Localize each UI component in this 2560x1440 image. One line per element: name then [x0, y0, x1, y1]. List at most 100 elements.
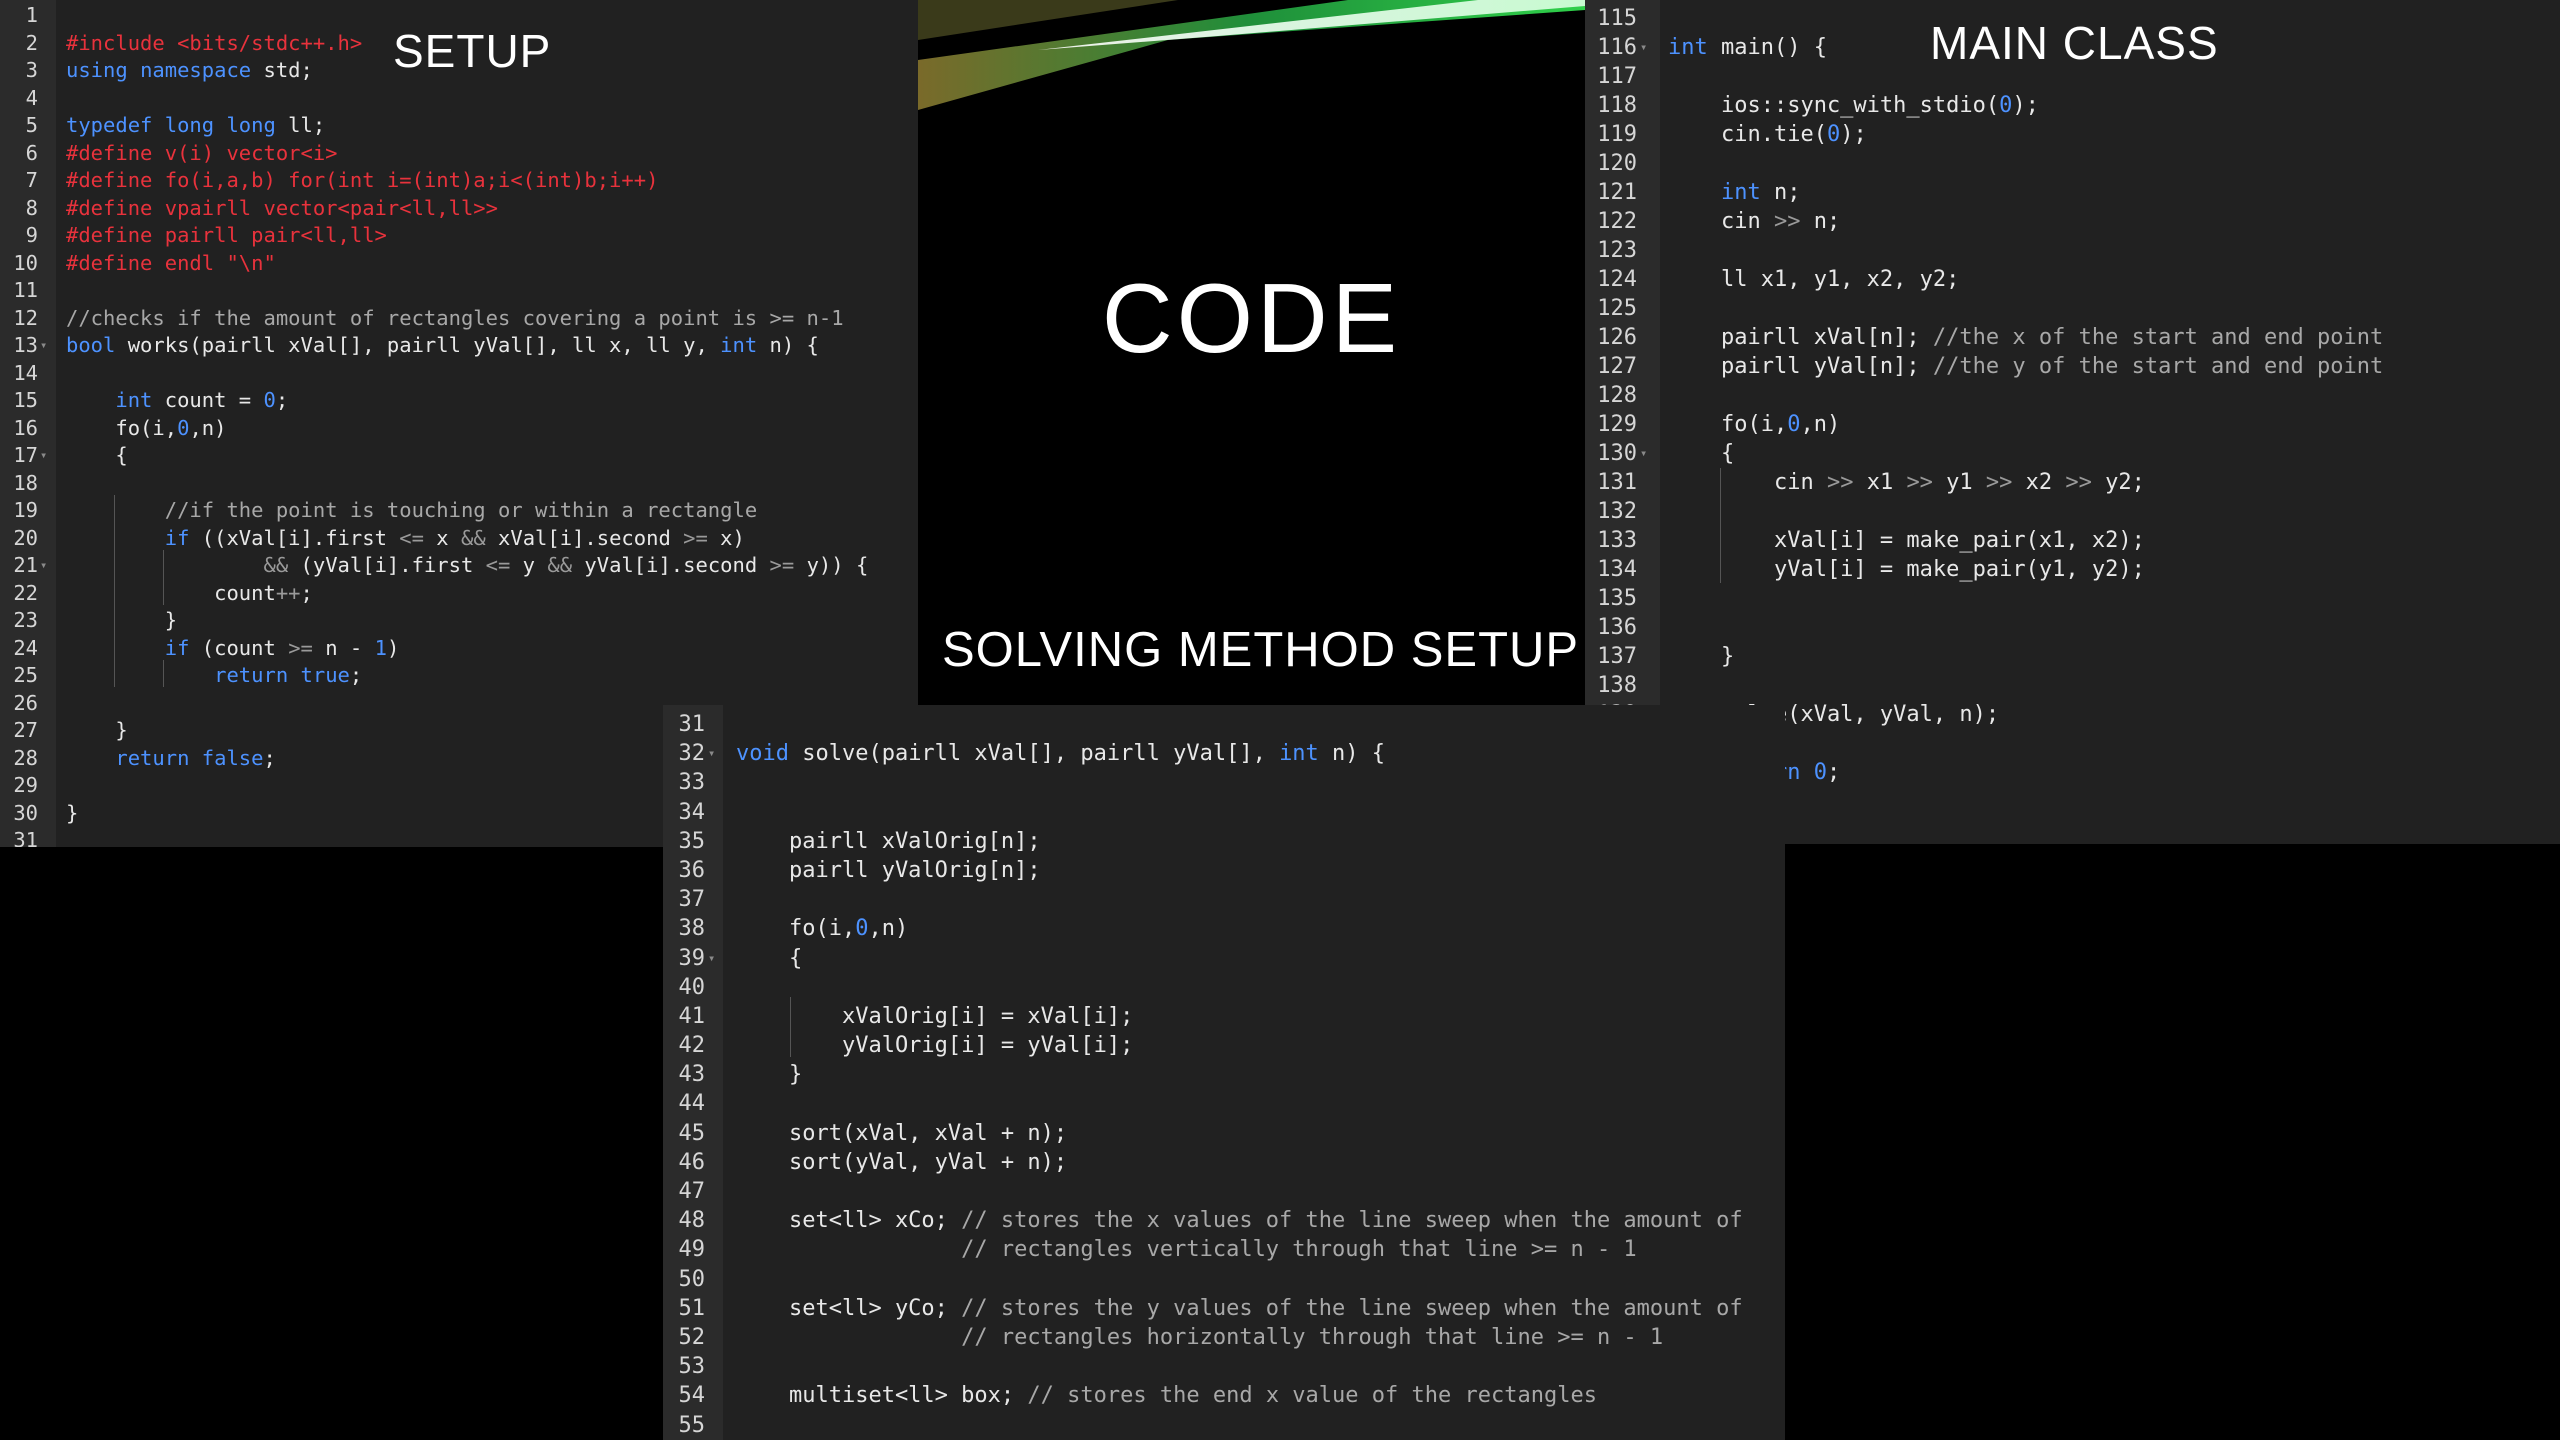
line-number: 126 [1597, 325, 1637, 350]
fold-arrow-icon[interactable]: ▾ [40, 332, 47, 360]
decorative-stripes [918, 0, 1585, 110]
code-text: ll x1, y1, x2, y2; [1668, 267, 1960, 292]
code-line: 127 pairll yVal[n]; //the y of the start… [1585, 352, 2560, 381]
line-number: 32 [678, 741, 706, 767]
code-line: 121 int n; [1585, 178, 2560, 207]
line-number: 133 [1597, 528, 1637, 553]
code-text: #define v(i) vector<i> [66, 140, 338, 165]
fold-arrow-icon[interactable]: ▾ [40, 552, 47, 580]
code-line: 118 ios::sync_with_stdio(0); [1585, 91, 2560, 120]
code-text: yValOrig[i] = yVal[i]; [736, 1033, 1134, 1059]
fold-arrow-icon[interactable]: ▾ [40, 442, 47, 470]
code-line: 10 #define endl "\n" [0, 250, 918, 278]
code-line: 131 cin >> x1 >> y1 >> x2 >> y2; [1585, 468, 2560, 497]
line-number: 136 [1597, 615, 1637, 640]
code-text: fo(i,0,n) [736, 916, 909, 942]
line-number: 115 [1597, 6, 1637, 31]
code-text: #define endl "\n" [66, 250, 276, 275]
line-number: 116 [1597, 35, 1637, 60]
code-line: 42 yValOrig[i] = yVal[i]; [663, 1031, 1785, 1060]
code-line: 48 set<ll> xCo; // stores the x values o… [663, 1206, 1785, 1235]
line-number: 36 [678, 857, 706, 883]
code-line: 8 #define vpairll vector<pair<ll,ll>> [0, 195, 918, 223]
line-number: 4 [25, 85, 38, 110]
line-number: 6 [25, 140, 38, 165]
line-number: 123 [1597, 238, 1637, 263]
line-number: 8 [25, 195, 38, 220]
code-line: 129 fo(i,0,n) [1585, 410, 2560, 439]
code-line: 40 [663, 973, 1785, 1002]
code-line: 43 } [663, 1060, 1785, 1089]
code-line: 125 [1585, 294, 2560, 323]
code-line: 38 fo(i,0,n) [663, 914, 1785, 943]
code-text: int n; [1720, 180, 1801, 205]
code-line: 39 ▾ { [663, 944, 1785, 973]
line-number: 52 [678, 1324, 706, 1350]
code-text: // rectangles horizontally through that … [961, 1324, 1664, 1350]
line-number: 2 [25, 30, 38, 55]
fold-arrow-icon[interactable]: ▾ [1640, 33, 1647, 62]
line-number: 33 [678, 770, 706, 796]
line-number: 40 [678, 974, 706, 1000]
code-line: 13 ▾ bool works(pairll xVal[], pairll yVal… [0, 332, 918, 360]
code-text: #define fo(i,a,b) for(int i=(int)a;i<(in… [66, 168, 659, 192]
code-text: } [1668, 644, 1735, 669]
code-line: 47 [663, 1177, 1785, 1206]
line-number: 42 [678, 1033, 706, 1059]
code-line: 9 #define pairll pair<ll,ll> [0, 222, 918, 250]
code-line: 132 [1585, 497, 2560, 526]
code-line: 51 set<ll> yCo; // stores the y values o… [663, 1294, 1785, 1323]
code-line: 130 ▾ { [1585, 439, 2560, 468]
code-line: 54 multiset<ll> box; // stores the end x… [663, 1381, 1785, 1410]
line-number: 10 [13, 250, 38, 275]
line-number: 135 [1597, 586, 1637, 611]
code-line: 36 pairll yValOrig[n]; [663, 856, 1785, 885]
code-line: 19 //if the point is touching or within … [0, 497, 918, 525]
code-text: typedef long long ll; [66, 113, 326, 137]
line-number: 15 [13, 388, 38, 412]
code-text: if (count >= n - 1) [164, 635, 400, 660]
code-line: 31 [663, 710, 1785, 739]
code-line: 21 ▾ && (yVal[i].first <= y && yVal[i].se… [0, 552, 918, 580]
code-text: if ((xVal[i].first <= x && xVal[i].secon… [164, 525, 745, 550]
code-text: sort(yVal, yVal + n); [736, 1149, 1068, 1175]
line-number: 44 [678, 1091, 706, 1117]
code-line: 119 cin.tie(0); [1585, 120, 2560, 149]
code-text: #include <bits/stdc++.h> [66, 30, 363, 55]
code-text: pairll xValOrig[n]; [736, 828, 1041, 854]
fold-arrow-icon[interactable]: ▾ [708, 739, 715, 768]
code-line: 44 [663, 1089, 1785, 1118]
line-number: 26 [13, 690, 38, 715]
code-line: 24 if (count >= n - 1) [0, 635, 918, 663]
code-text: { [66, 443, 128, 467]
code-line: 134 yVal[i] = make_pair(y1, y2); [1585, 555, 2560, 584]
line-number: 55 [678, 1412, 706, 1438]
code-text: int main() { [1668, 35, 1827, 60]
code-line: 20 if ((xVal[i].first <= x && xVal[i].se… [0, 525, 918, 553]
code-text: } [66, 718, 128, 742]
line-number: 49 [678, 1237, 706, 1263]
line-number: 137 [1597, 644, 1637, 669]
code-line: 12 //checks if the amount of rectangles c… [0, 305, 918, 333]
line-number: 21 [13, 553, 38, 577]
code-line: 45 sort(xVal, xVal + n); [663, 1119, 1785, 1148]
line-number: 7 [25, 168, 38, 192]
code-text: bool works(pairll xVal[], pairll yVal[],… [66, 333, 819, 357]
line-number: 54 [678, 1383, 706, 1409]
code-line: 17 ▾ { [0, 442, 918, 470]
title-card: CODE SOLVING METHOD SETUP [918, 0, 1585, 705]
code-line: 15 int count = 0; [0, 387, 918, 415]
code-line: 11 [0, 277, 918, 305]
code-text: #define vpairll vector<pair<ll,ll>> [66, 195, 498, 220]
line-number: 129 [1597, 412, 1637, 437]
code-text: cin >> x1 >> y1 >> x2 >> y2; [1668, 470, 2145, 495]
line-number: 134 [1597, 557, 1637, 582]
code-line: 34 [663, 798, 1785, 827]
fold-arrow-icon[interactable]: ▾ [1640, 439, 1647, 468]
code-line: 23 } [0, 607, 918, 635]
line-number: 45 [678, 1120, 706, 1146]
line-number: 127 [1597, 354, 1637, 379]
line-number: 29 [13, 773, 38, 797]
code-line: 53 [663, 1352, 1785, 1381]
fold-arrow-icon[interactable]: ▾ [708, 944, 715, 973]
